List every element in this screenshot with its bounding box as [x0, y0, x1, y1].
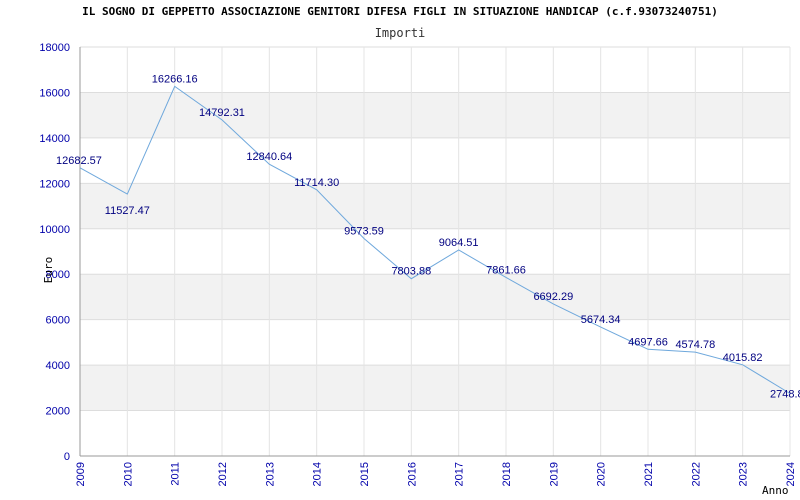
y-axis-label: Euro	[42, 257, 55, 284]
x-tick-label: 2013	[264, 462, 276, 486]
x-tick-label: 2015	[359, 462, 371, 486]
x-tick-label: 2020	[596, 462, 608, 486]
grid-band	[80, 274, 790, 320]
x-tick-label: 2023	[738, 462, 750, 486]
x-tick-label: 2016	[406, 462, 418, 486]
x-tick-label: 2017	[454, 462, 466, 486]
y-tick-label: 2000	[46, 406, 70, 418]
x-tick-label: 2012	[217, 462, 229, 486]
x-tick-label: 2019	[548, 462, 560, 486]
data-label: 9064.51	[439, 237, 479, 249]
x-tick-label: 2010	[122, 462, 134, 486]
x-tick-label: 2021	[643, 462, 655, 486]
y-tick-label: 16000	[39, 87, 70, 99]
y-tick-label: 10000	[39, 224, 70, 236]
y-tick-labels: 0200040006000800010000120001400016000180…	[39, 42, 70, 463]
line-chart: 0200040006000800010000120001400016000180…	[39, 42, 800, 497]
data-label: 7861.66	[486, 264, 526, 276]
data-label: 6692.29	[533, 291, 573, 303]
x-tick-label: 2009	[75, 462, 87, 486]
data-label: 2748.8	[770, 389, 800, 401]
grid-band	[80, 365, 790, 411]
data-label: 11527.47	[105, 205, 150, 217]
data-label: 4574.78	[675, 339, 715, 351]
x-tick-label: 2022	[690, 462, 702, 486]
x-tick-label: 2018	[501, 462, 513, 486]
y-tick-label: 18000	[39, 42, 70, 54]
grid-band	[80, 92, 790, 138]
data-label: 11714.30	[294, 177, 339, 189]
x-axis-label: Anno	[762, 484, 789, 497]
data-label: 14792.31	[199, 107, 245, 119]
data-label: 12840.64	[246, 151, 292, 163]
data-label: 12682.57	[56, 155, 102, 167]
x-tick-label: 2024	[785, 462, 797, 486]
x-tick-labels: 2009 2010 2011 2012 2013 2014 2015 2016 2017 2018…	[75, 462, 797, 486]
data-label: 4697.66	[628, 336, 668, 348]
x-tick-label: 2011	[170, 462, 182, 486]
data-label: 5674.34	[581, 314, 621, 326]
y-tick-label: 4000	[46, 360, 70, 372]
y-tick-label: 14000	[39, 133, 70, 145]
data-label: 9573.59	[344, 225, 384, 237]
y-tick-label: 12000	[39, 178, 70, 190]
x-tick-label: 2014	[312, 462, 324, 486]
grid-band	[80, 183, 790, 229]
y-tick-label: 6000	[46, 315, 70, 327]
grid-bands	[80, 92, 790, 411]
data-label: 4015.82	[723, 352, 763, 364]
data-label: 16266.16	[152, 73, 198, 85]
y-tick-label: 0	[64, 451, 70, 463]
data-label: 7803.88	[391, 266, 431, 278]
